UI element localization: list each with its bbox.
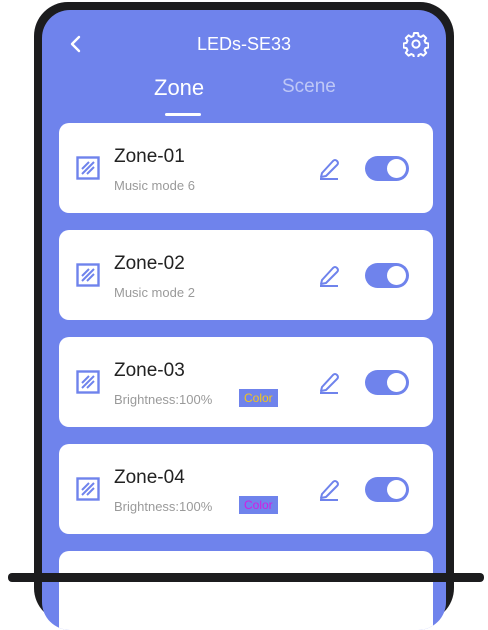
tab-zone[interactable]: Zone	[154, 75, 204, 101]
zone-card-partial[interactable]	[59, 551, 433, 630]
zone-toggle[interactable]	[365, 477, 409, 502]
zone-name: Zone-04	[114, 467, 185, 488]
tab-scene[interactable]: Scene	[282, 76, 336, 98]
top-bar: LEDs-SE33	[42, 10, 446, 80]
zone-mode: Music mode 6	[114, 178, 195, 193]
zone-name: Zone-01	[114, 146, 185, 167]
zone-toggle[interactable]	[365, 156, 409, 181]
toggle-knob	[387, 480, 406, 499]
toggle-knob	[387, 159, 406, 178]
edit-icon[interactable]	[318, 263, 340, 287]
zone-icon	[76, 156, 100, 180]
zone-card[interactable]: Zone-04 Brightness:100% Color	[59, 444, 433, 534]
app-screen: LEDs-SE33 Zone Scene Zone-01 Music mode …	[42, 10, 446, 630]
zone-brightness: Brightness:100%	[114, 392, 213, 407]
zone-name: Zone-03	[114, 360, 185, 381]
toggle-knob	[387, 266, 406, 285]
zone-mode: Music mode 2	[114, 285, 195, 300]
settings-button[interactable]	[401, 29, 431, 59]
color-badge[interactable]: Color	[239, 389, 278, 407]
zone-toggle[interactable]	[365, 263, 409, 288]
edit-icon[interactable]	[318, 370, 340, 394]
zone-toggle[interactable]	[365, 370, 409, 395]
zone-icon	[76, 477, 100, 501]
device-bottom-edge	[8, 573, 484, 582]
zone-card[interactable]: Zone-01 Music mode 6	[59, 123, 433, 213]
zone-card[interactable]: Zone-03 Brightness:100% Color	[59, 337, 433, 427]
zone-brightness: Brightness:100%	[114, 499, 213, 514]
zone-name: Zone-02	[114, 253, 185, 274]
edit-icon[interactable]	[318, 477, 340, 501]
tab-active-indicator	[165, 113, 201, 116]
gear-icon	[403, 32, 429, 57]
color-badge[interactable]: Color	[239, 496, 278, 514]
zone-icon	[76, 263, 100, 287]
zone-icon	[76, 370, 100, 394]
page-title: LEDs-SE33	[196, 34, 292, 54]
zone-card[interactable]: Zone-02 Music mode 2	[59, 230, 433, 320]
edit-icon[interactable]	[318, 156, 340, 180]
toggle-knob	[387, 373, 406, 392]
